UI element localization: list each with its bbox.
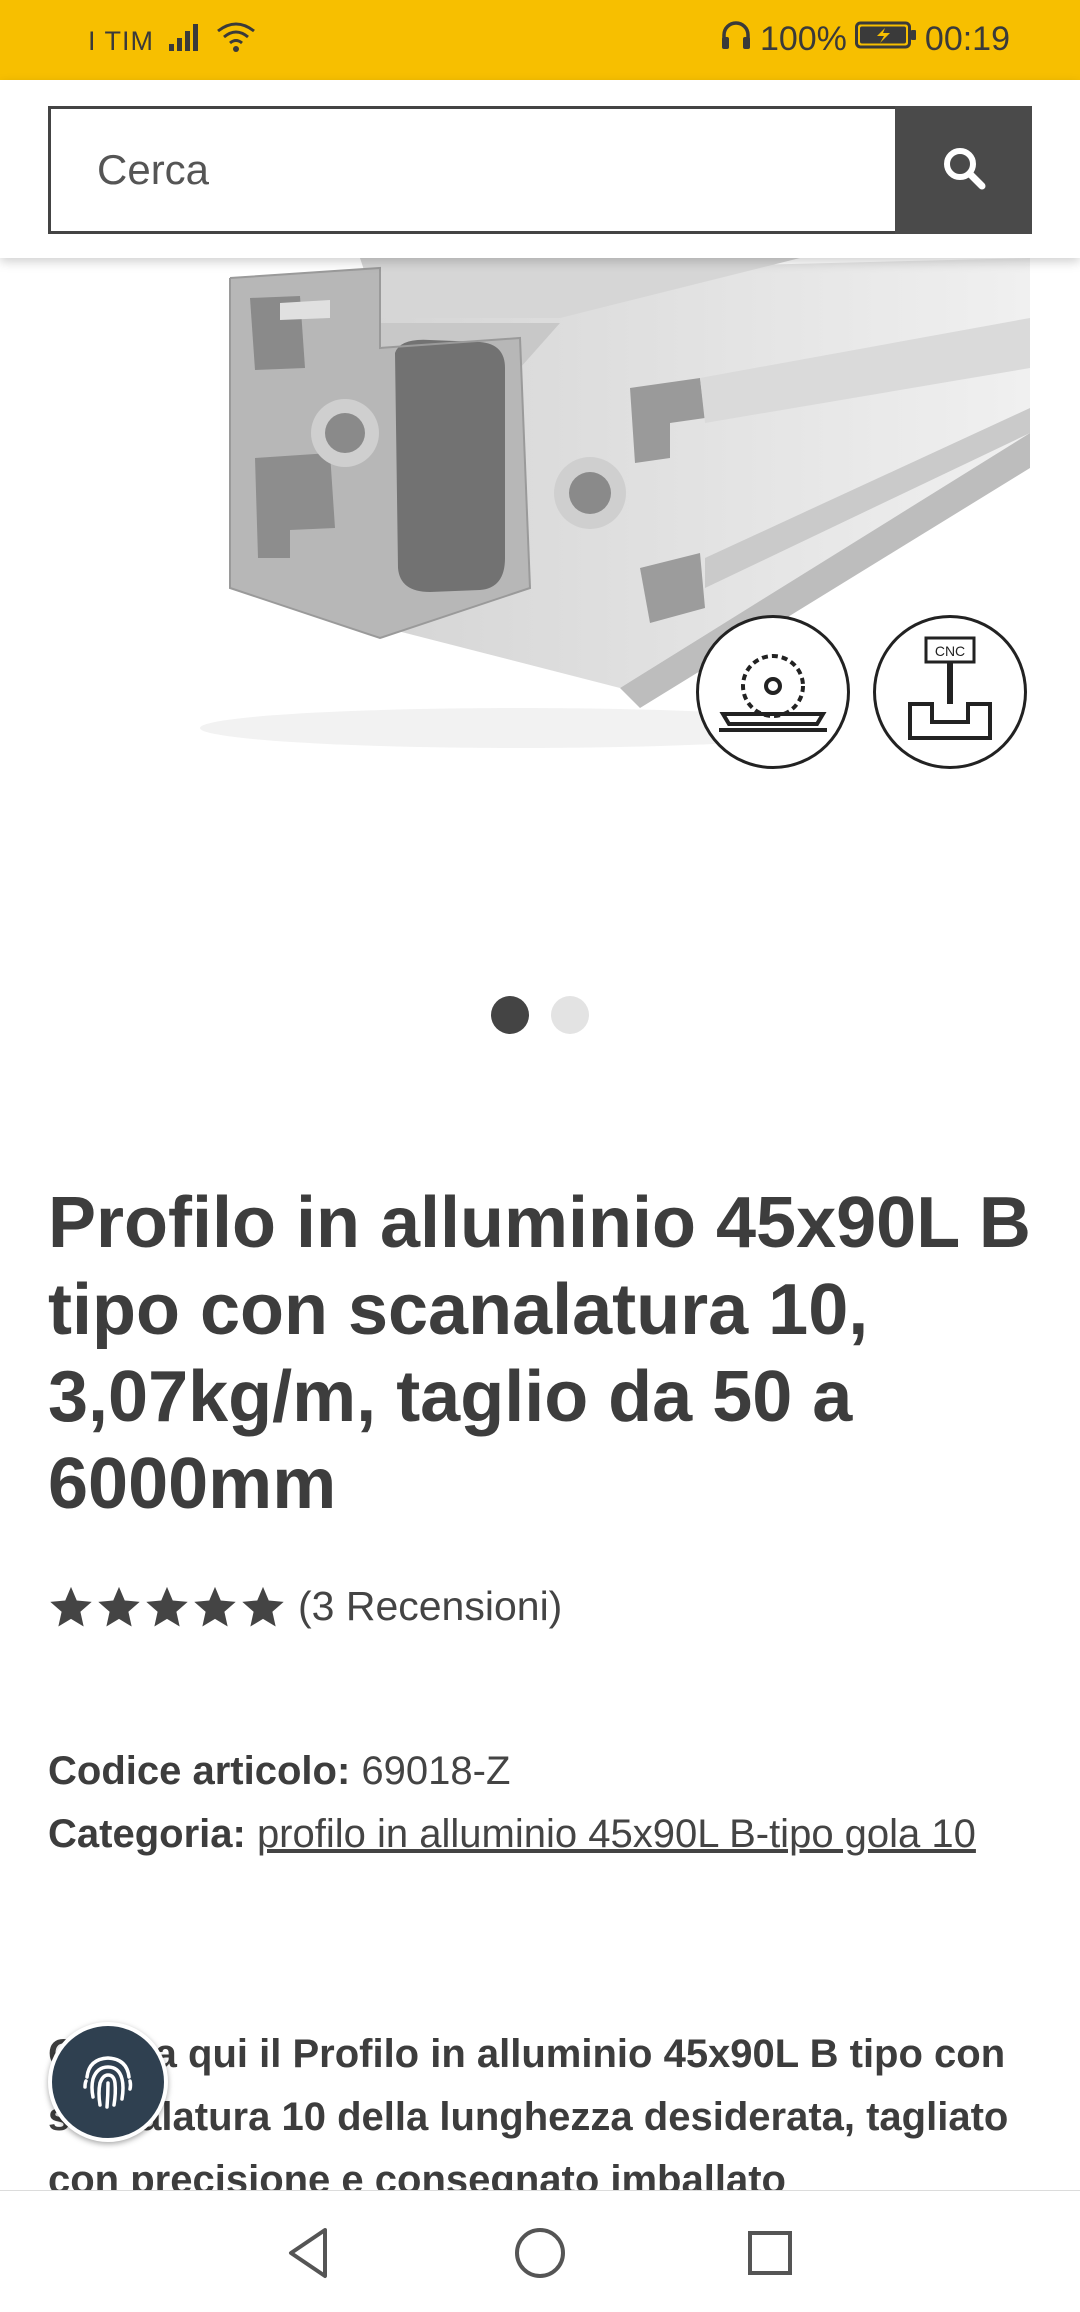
- nav-home-button[interactable]: [508, 2221, 572, 2285]
- sku-value: 69018-Z: [361, 1749, 511, 1793]
- gallery-dot-2[interactable]: [551, 996, 589, 1034]
- star-icon: [98, 1586, 140, 1627]
- carrier-name: I TIM: [88, 25, 155, 56]
- product-title: Profilo in alluminio 45x90L B tipo con s…: [48, 1183, 1031, 1524]
- privacy-fingerprint-button[interactable]: [48, 2022, 168, 2142]
- search-button[interactable]: [895, 106, 1032, 234]
- back-icon: [289, 2228, 327, 2278]
- signal-icon: [168, 22, 202, 60]
- home-icon: [515, 2228, 565, 2278]
- status-right: 100% 00:19: [720, 19, 1010, 59]
- reviews-link[interactable]: (3 Recensioni): [298, 1583, 562, 1630]
- status-bar: I TIM 100% 00:19: [0, 0, 1080, 80]
- product-description: Ordina qui il Profilo in alluminio 45x90…: [48, 2032, 1009, 2191]
- star-icon: [194, 1586, 236, 1627]
- recents-icon: [748, 2231, 792, 2275]
- search-placeholder: Cerca: [97, 146, 210, 193]
- wifi-icon: [216, 21, 256, 61]
- cnc-milling-badge: CNC: [873, 615, 1027, 769]
- sku-row: Codice articolo: 69018-Z: [48, 1740, 1038, 1803]
- product-rating[interactable]: (3 Recensioni): [48, 1583, 562, 1630]
- cnc-icon: CNC: [908, 636, 992, 740]
- gallery-dot-1[interactable]: [491, 996, 529, 1034]
- star-icon: [146, 1586, 188, 1627]
- star-rating: [48, 1584, 286, 1630]
- product-image[interactable]: CNC: [0, 258, 1080, 818]
- search-input[interactable]: Cerca: [48, 106, 896, 234]
- star-icon: [50, 1586, 92, 1627]
- saw-cut-badge: [696, 615, 850, 769]
- nav-recents-button[interactable]: [738, 2221, 802, 2285]
- fingerprint-icon: [83, 2056, 133, 2109]
- gallery-pagination: [0, 996, 1080, 1034]
- sku-label: Codice articolo:: [48, 1749, 351, 1793]
- saw-icon: [719, 654, 827, 732]
- status-left: I TIM: [88, 21, 256, 61]
- navigation-bar: [0, 2190, 1080, 2312]
- search-header: Cerca: [0, 80, 1080, 258]
- battery-percent: 100%: [759, 19, 847, 58]
- nav-back-button[interactable]: [276, 2221, 340, 2285]
- cnc-label: CNC: [935, 643, 965, 659]
- search-icon: [940, 144, 988, 197]
- clock: 00:19: [924, 19, 1010, 58]
- category-link[interactable]: profilo in alluminio 45x90L B-tipo gola …: [257, 1812, 976, 1856]
- category-row: Categoria: profilo in alluminio 45x90L B…: [48, 1803, 1038, 1866]
- headphones-icon: [720, 19, 752, 59]
- star-icon: [242, 1586, 284, 1627]
- product-meta: Codice articolo: 69018-Z Categoria: prof…: [48, 1740, 1038, 1866]
- category-label: Categoria:: [48, 1812, 246, 1856]
- battery-icon: [854, 20, 917, 58]
